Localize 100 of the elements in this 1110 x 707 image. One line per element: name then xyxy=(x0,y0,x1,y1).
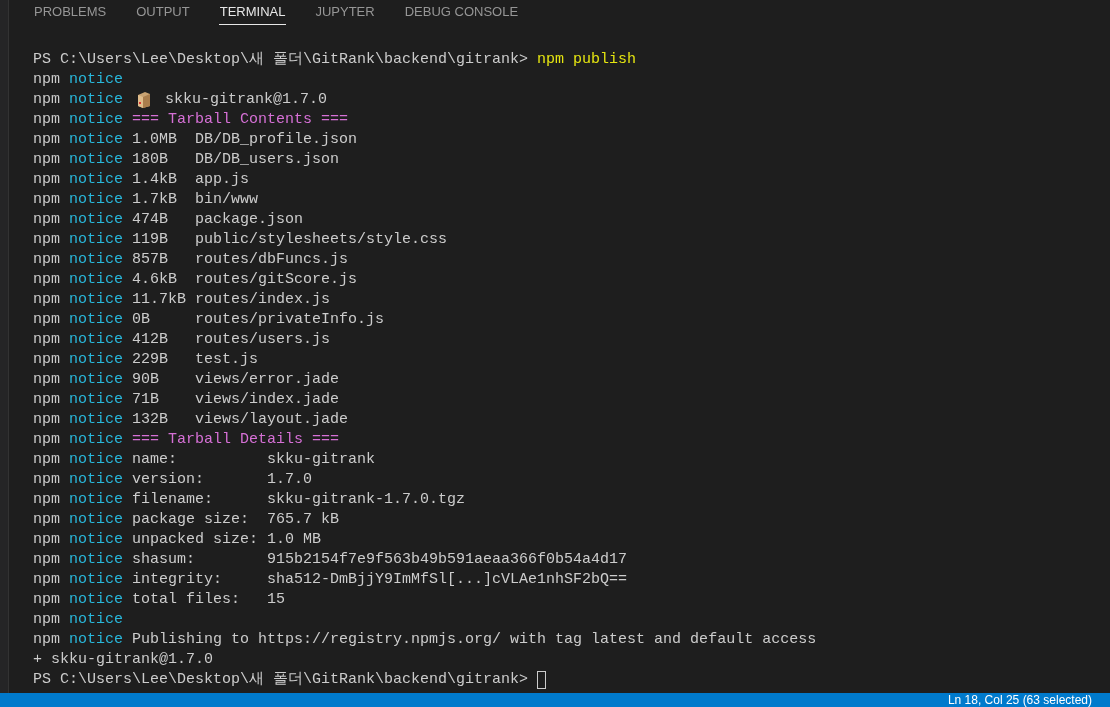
notice-tag: notice xyxy=(69,270,124,290)
panel-tab[interactable]: DEBUG CONSOLE xyxy=(403,0,520,25)
notice-tag: notice xyxy=(69,290,124,310)
detail-value: 15 xyxy=(267,590,286,610)
npm-prefix: npm xyxy=(33,410,60,430)
output-text: + skku-gitrank@1.7.0 xyxy=(33,650,214,670)
file-size: 857B xyxy=(132,250,170,270)
panel-tab[interactable]: TERMINAL xyxy=(218,0,287,25)
npm-prefix: npm xyxy=(33,450,60,470)
notice-tag: notice xyxy=(69,130,124,150)
detail-key: filename: xyxy=(132,490,268,510)
npm-prefix: npm xyxy=(33,390,60,410)
detail-key: shasum: xyxy=(132,550,268,570)
detail-key: name: xyxy=(132,450,268,470)
file-path: app.js xyxy=(195,170,250,190)
notice-tag: notice xyxy=(69,590,124,610)
notice-tag: notice xyxy=(69,210,124,230)
file-path: views/layout.jade xyxy=(195,410,349,430)
npm-prefix: npm xyxy=(33,230,60,250)
file-path: routes/users.js xyxy=(195,330,331,350)
detail-value: 1.7.0 xyxy=(267,470,313,490)
detail-key: unpacked size: xyxy=(132,530,268,550)
file-size: 474B xyxy=(132,210,170,230)
file-size: 71B xyxy=(132,390,161,410)
notice-message: Publishing to https://registry.npmjs.org/ with tag latest and default access xyxy=(132,630,817,650)
section-heading: === Tarball Details === xyxy=(132,430,340,450)
panel-tab[interactable]: JUPYTER xyxy=(314,0,376,25)
file-size: 412B xyxy=(132,330,170,350)
detail-value: 1.0 MB xyxy=(267,530,322,550)
npm-prefix: npm xyxy=(33,350,60,370)
npm-prefix: npm xyxy=(33,70,60,90)
notice-tag: notice xyxy=(69,330,124,350)
file-path: public/stylesheets/style.css xyxy=(195,230,448,250)
npm-prefix: npm xyxy=(33,510,60,530)
notice-tag: notice xyxy=(69,610,124,630)
notice-tag: notice xyxy=(69,390,124,410)
file-size: 1.4kB xyxy=(132,170,179,190)
file-path: DB/DB_users.json xyxy=(195,150,340,170)
notice-tag: notice xyxy=(69,250,124,270)
file-path: routes/gitScore.js xyxy=(195,270,358,290)
prompt-path: PS C:\Users\Lee\Desktop\새 폴더\GitRank\backend\gitrank> xyxy=(33,50,529,70)
npm-prefix: npm xyxy=(33,150,60,170)
detail-key: package size: xyxy=(132,510,268,530)
panel-tab[interactable]: OUTPUT xyxy=(135,0,191,25)
notice-tag: notice xyxy=(69,530,124,550)
notice-tag: notice xyxy=(69,410,124,430)
prompt-path: PS C:\Users\Lee\Desktop\새 폴더\GitRank\backend\gitrank> xyxy=(33,670,529,690)
package-name: skku-gitrank@1.7.0 xyxy=(165,90,328,110)
file-size: 4.6kB xyxy=(132,270,179,290)
notice-tag: notice xyxy=(69,470,124,490)
npm-prefix: npm xyxy=(33,530,60,550)
npm-prefix: npm xyxy=(33,310,60,330)
notice-tag: notice xyxy=(69,310,124,330)
file-path: routes/index.js xyxy=(195,290,331,310)
npm-prefix: npm xyxy=(33,490,60,510)
section-heading: === Tarball Contents === xyxy=(132,110,349,130)
file-size: 119B xyxy=(132,230,170,250)
file-path: test.js xyxy=(195,350,259,370)
file-size: 90B xyxy=(132,370,161,390)
command-text: npm publish xyxy=(537,50,637,70)
npm-prefix: npm xyxy=(33,270,60,290)
npm-prefix: npm xyxy=(33,570,60,590)
notice-tag: notice xyxy=(69,70,124,90)
file-path: routes/privateInfo.js xyxy=(195,310,385,330)
notice-tag: notice xyxy=(69,90,124,110)
notice-tag: notice xyxy=(69,550,124,570)
notice-tag: notice xyxy=(69,350,124,370)
npm-prefix: npm xyxy=(33,190,60,210)
npm-prefix: npm xyxy=(33,630,60,650)
cursor-position[interactable]: Ln 18, Col 25 (63 selected) xyxy=(947,693,1092,707)
file-size: 180B xyxy=(132,150,170,170)
notice-tag: notice xyxy=(69,190,124,210)
npm-prefix: npm xyxy=(33,90,60,110)
npm-prefix: npm xyxy=(33,550,60,570)
notice-tag: notice xyxy=(69,630,124,650)
file-size: 1.0MB xyxy=(132,130,179,150)
npm-prefix: npm xyxy=(33,250,60,270)
npm-prefix: npm xyxy=(33,130,60,150)
notice-tag: notice xyxy=(69,490,124,510)
panel-tab[interactable]: PROBLEMS xyxy=(33,0,108,25)
npm-prefix: npm xyxy=(33,330,60,350)
file-size: 1.7kB xyxy=(132,190,179,210)
detail-value: sha512-DmBjjY9ImMfSl[...]cVLAe1nhSF2bQ== xyxy=(267,570,628,590)
file-path: bin/www xyxy=(195,190,259,210)
npm-prefix: npm xyxy=(33,430,60,450)
notice-tag: notice xyxy=(69,150,124,170)
notice-tag: notice xyxy=(69,430,124,450)
detail-key: total files: xyxy=(132,590,268,610)
notice-tag: notice xyxy=(69,230,124,250)
file-size: 229B xyxy=(132,350,170,370)
npm-prefix: npm xyxy=(33,370,60,390)
file-path: views/index.jade xyxy=(195,390,340,410)
npm-prefix: npm xyxy=(33,110,60,130)
detail-value: 915b2154f7e9f563b49b591aeaa366f0b54a4d17 xyxy=(267,550,628,570)
file-size: 132B xyxy=(132,410,170,430)
file-size: 11.7kB xyxy=(132,290,188,310)
npm-prefix: npm xyxy=(33,610,60,630)
npm-prefix: npm xyxy=(33,290,60,310)
npm-prefix: npm xyxy=(33,170,60,190)
file-path: DB/DB_profile.json xyxy=(195,130,358,150)
